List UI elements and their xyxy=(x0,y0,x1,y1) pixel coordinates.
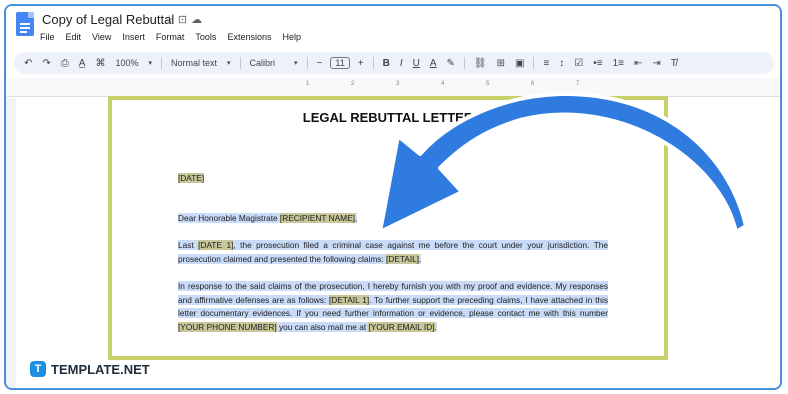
ruler-tick-label: 7 xyxy=(576,81,580,87)
menu-edit[interactable]: Edit xyxy=(66,32,82,42)
detail1-placeholder: [DETAIL 1] xyxy=(328,294,370,305)
undo-icon[interactable]: ↶ xyxy=(24,58,32,69)
detail-placeholder: [DETAIL] xyxy=(386,253,420,264)
document-title[interactable]: Copy of Legal Rebuttal xyxy=(42,12,174,27)
increase-font-icon[interactable]: + xyxy=(358,58,364,69)
cloud-status-icon[interactable]: ☁ xyxy=(191,14,206,26)
menu-tools[interactable]: Tools xyxy=(195,32,216,42)
italic-icon[interactable]: I xyxy=(400,58,403,69)
clear-formatting-icon[interactable]: T̸ xyxy=(671,58,677,69)
brand-name: TEMPLATE.NET xyxy=(51,361,150,377)
paragraph-1: Last [DATE 1], the prosecution filed a c… xyxy=(178,239,608,266)
image-icon[interactable]: ▣ xyxy=(515,58,524,69)
underline-icon[interactable]: U xyxy=(413,58,420,69)
toolbar-divider xyxy=(239,57,241,69)
horizontal-ruler[interactable]: 1 2 3 4 5 6 7 xyxy=(6,78,780,97)
date-line: [DATE] xyxy=(178,172,608,186)
ruler-tick-label: 4 xyxy=(441,81,445,87)
ruler-tick-label: 1 xyxy=(306,81,310,87)
chevron-down-icon: ▾ xyxy=(148,60,152,67)
font-size-input[interactable]: 11 xyxy=(330,57,350,69)
comment-icon[interactable]: ⊞ xyxy=(497,58,505,69)
bulleted-list-icon[interactable]: •≡ xyxy=(593,58,602,69)
recipient-placeholder: [RECIPIENT NAME] xyxy=(279,212,355,223)
line-spacing-icon[interactable]: ↕ xyxy=(559,58,564,69)
toolbar-divider xyxy=(372,57,374,69)
link-icon[interactable]: ⛓ xyxy=(474,58,487,69)
docs-logo-icon[interactable] xyxy=(16,12,34,36)
menu-bar: File Edit View Insert Format Tools Exten… xyxy=(40,32,301,42)
font-select[interactable]: Calibri xyxy=(250,58,276,68)
document-page[interactable]: LEGAL REBUTTAL LETTER [DATE] Dear Honora… xyxy=(108,96,668,360)
template-logo-icon: T xyxy=(30,361,46,377)
chevron-down-icon: ▾ xyxy=(294,60,298,67)
bold-icon[interactable]: B xyxy=(383,58,390,69)
highlight-icon[interactable]: ✎ xyxy=(447,58,455,69)
vertical-ruler[interactable] xyxy=(6,98,16,388)
increase-indent-icon[interactable]: ⇥ xyxy=(652,58,660,69)
brand-footer: T TEMPLATE.NET xyxy=(30,361,150,377)
move-folder-icon[interactable]: ⊡ xyxy=(178,14,191,26)
date-placeholder: [DATE] xyxy=(178,173,205,183)
salutation-text: Dear Honorable Magistrate xyxy=(178,212,280,223)
letter-title: LEGAL REBUTTAL LETTER xyxy=(302,110,474,125)
decrease-font-icon[interactable]: − xyxy=(317,58,323,69)
menu-view[interactable]: View xyxy=(92,32,111,42)
menu-file[interactable]: File xyxy=(40,32,55,42)
chevron-down-icon: ▾ xyxy=(227,60,231,67)
salutation-comma: , xyxy=(354,212,358,223)
paragraph-2: In response to the said claims of the pr… xyxy=(178,280,608,334)
style-select[interactable]: Normal text xyxy=(171,58,217,68)
screenshot-frame: Copy of Legal Rebuttal ☆⊡☁ File Edit Vie… xyxy=(4,4,782,390)
salutation: Dear Honorable Magistrate [RECIPIENT NAM… xyxy=(178,212,608,226)
toolbar-divider xyxy=(161,57,162,69)
zoom-select[interactable]: 100% xyxy=(115,58,138,68)
numbered-list-icon[interactable]: 1≡ xyxy=(613,58,624,69)
redo-icon[interactable]: ↷ xyxy=(42,58,50,69)
print-icon[interactable]: ⎙ xyxy=(61,58,69,69)
checklist-icon[interactable]: ☑ xyxy=(574,58,583,69)
toolbar: ↶ ↷ ⎙ A̲ ⌘ 100% ▾ Normal text ▾ Calibri … xyxy=(14,52,774,74)
p2-text: . xyxy=(434,321,437,332)
p1-text: Last xyxy=(178,240,199,250)
title-icons: ☆⊡☁ xyxy=(164,13,206,26)
text-color-icon[interactable]: A xyxy=(430,58,437,69)
align-icon[interactable]: ≡ xyxy=(543,58,549,69)
paint-format-icon[interactable]: ⌘ xyxy=(95,58,105,69)
menu-extensions[interactable]: Extensions xyxy=(227,32,271,42)
decrease-indent-icon[interactable]: ⇤ xyxy=(634,58,642,69)
letter-body[interactable]: [DATE] Dear Honorable Magistrate [RECIPI… xyxy=(178,172,608,348)
menu-format[interactable]: Format xyxy=(156,32,185,42)
ruler-tick-label: 3 xyxy=(396,81,400,87)
ruler-tick-label: 5 xyxy=(486,81,490,87)
date1-placeholder: [DATE 1] xyxy=(198,240,234,250)
toolbar-divider xyxy=(306,57,308,69)
phone-placeholder: [YOUR PHONE NUMBER] xyxy=(178,321,277,332)
ruler-tick-label: 2 xyxy=(351,81,355,87)
spellcheck-icon[interactable]: A̲ xyxy=(79,58,86,69)
menu-insert[interactable]: Insert xyxy=(122,32,145,42)
toolbar-divider xyxy=(533,57,535,69)
menu-help[interactable]: Help xyxy=(282,32,301,42)
title-bar: Copy of Legal Rebuttal ☆⊡☁ File Edit Vie… xyxy=(6,6,780,50)
email-placeholder: [YOUR EMAIL ID] xyxy=(368,321,435,332)
star-icon[interactable]: ☆ xyxy=(164,14,178,26)
p1-text: . xyxy=(419,253,422,264)
ruler-tick-label: 6 xyxy=(531,81,535,87)
toolbar-divider xyxy=(463,57,465,69)
p2-text: you can also mail me at xyxy=(276,321,369,332)
